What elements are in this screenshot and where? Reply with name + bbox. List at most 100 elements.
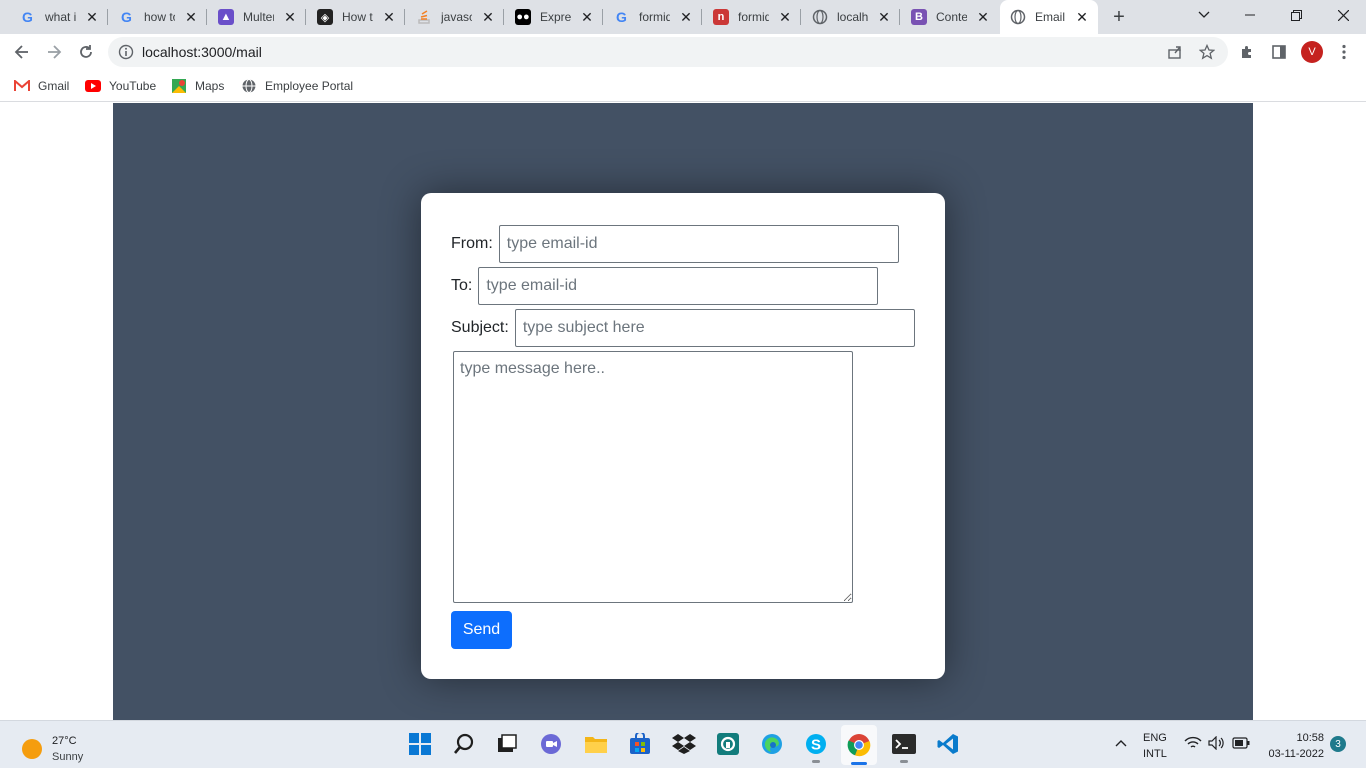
close-tab-icon[interactable]: ✕ <box>678 9 694 25</box>
reload-button[interactable] <box>72 38 100 66</box>
address-bar[interactable]: localhost:3000/mail <box>108 37 1228 67</box>
close-tab-icon[interactable]: ✕ <box>1074 9 1090 25</box>
codepen-icon: ◈ <box>317 9 333 25</box>
tab-separator <box>503 9 504 25</box>
tab-separator <box>107 9 108 25</box>
tab-separator <box>701 9 702 25</box>
keyboard-layout: INTL <box>1143 748 1167 760</box>
tab-title: javascr <box>441 10 472 24</box>
bookmark-star-icon[interactable] <box>1198 43 1216 61</box>
close-tab-icon[interactable]: ✕ <box>876 9 892 25</box>
tab-content[interactable]: B Conten ✕ <box>901 0 999 34</box>
from-label: From: <box>451 235 493 252</box>
tab-separator <box>305 9 306 25</box>
bookmark-label: YouTube <box>109 79 157 93</box>
tab-title: how to <box>144 10 175 24</box>
browser-toolbar: localhost:3000/mail V <box>0 34 1366 70</box>
tab-formidable-npm[interactable]: n formid ✕ <box>703 0 801 34</box>
share-icon[interactable] <box>1166 43 1184 61</box>
back-button[interactable] <box>8 38 36 66</box>
menu-kebab-icon[interactable] <box>1333 41 1355 63</box>
gmail-icon <box>14 78 30 94</box>
vscode-icon[interactable] <box>935 731 961 757</box>
close-tab-icon[interactable]: ✕ <box>579 9 595 25</box>
page-viewport: From: To: Subject: Send <box>0 103 1366 720</box>
dropbox-icon[interactable] <box>671 731 697 757</box>
tab-separator <box>206 9 207 25</box>
send-button[interactable]: Send <box>451 611 512 649</box>
side-panel-icon[interactable] <box>1268 41 1290 63</box>
weather-temp: 27°C <box>52 735 77 747</box>
tab-separator <box>899 9 900 25</box>
globe-icon <box>241 78 257 94</box>
edge-browser-icon[interactable] <box>759 731 785 757</box>
skype-icon[interactable]: S <box>803 731 829 763</box>
tab-formidable[interactable]: G formid ✕ <box>604 0 702 34</box>
search-icon[interactable] <box>451 731 477 757</box>
close-tab-icon[interactable]: ✕ <box>381 9 397 25</box>
tab-how-to-2[interactable]: ◈ How to ✕ <box>307 0 405 34</box>
bookmark-youtube[interactable]: YouTube <box>85 77 156 95</box>
message-textarea[interactable] <box>453 351 853 603</box>
wifi-icon[interactable] <box>1183 731 1203 755</box>
minimize-button[interactable] <box>1227 0 1273 30</box>
tab-multer[interactable]: ▲ Multer ✕ <box>208 0 306 34</box>
close-tab-icon[interactable]: ✕ <box>480 9 496 25</box>
restore-button[interactable] <box>1273 0 1319 30</box>
from-row: From: <box>451 225 899 263</box>
to-email-input[interactable] <box>478 267 879 305</box>
windows-start-icon[interactable] <box>407 731 433 757</box>
profile-avatar[interactable]: V <box>1301 41 1323 63</box>
tab-search-icon[interactable] <box>1181 0 1227 30</box>
chrome-icon[interactable] <box>841 725 877 765</box>
volume-icon[interactable] <box>1207 731 1227 755</box>
subject-input[interactable] <box>514 309 915 347</box>
google-icon: G <box>614 9 630 25</box>
battery-icon[interactable] <box>1231 731 1251 755</box>
maps-icon <box>171 78 187 94</box>
bookmark-label: Employee Portal <box>265 79 354 93</box>
forward-button[interactable] <box>40 38 68 66</box>
site-info-icon[interactable] <box>118 44 134 60</box>
new-tab-button[interactable]: + <box>1107 5 1131 29</box>
language-indicator[interactable]: ENG INTL <box>1143 730 1167 762</box>
terminal-icon[interactable] <box>891 731 917 763</box>
bookmark-gmail[interactable]: Gmail <box>14 77 69 95</box>
multer-icon: ▲ <box>218 9 234 25</box>
show-hidden-icons-chevron[interactable] <box>1112 731 1130 755</box>
microsoft-store-icon[interactable] <box>627 731 653 757</box>
tab-title: Expres <box>540 10 571 24</box>
tab-javascript[interactable]: javascr ✕ <box>406 0 504 34</box>
chat-icon[interactable] <box>538 731 564 757</box>
notification-badge[interactable]: 3 <box>1330 736 1346 752</box>
tab-express[interactable]: ●● Expres ✕ <box>505 0 603 34</box>
weather-condition: Sunny <box>52 751 84 763</box>
close-tab-icon[interactable]: ✕ <box>282 9 298 25</box>
bookmarks-bar: Gmail YouTube Maps Employee Portal <box>0 70 1366 102</box>
tab-separator <box>404 9 405 25</box>
bookmark-employee-portal[interactable]: Employee Portal <box>241 77 353 95</box>
tab-localhost[interactable]: localho ✕ <box>802 0 900 34</box>
tab-what-is[interactable]: G what is ✕ <box>10 0 108 34</box>
close-window-button[interactable] <box>1320 0 1366 30</box>
weather-widget[interactable]: 27°C Sunny <box>22 733 83 765</box>
task-view-icon[interactable] <box>494 731 520 757</box>
system-clock[interactable]: 10:58 03-11-2022 <box>1262 730 1324 762</box>
bookmark-maps[interactable]: Maps <box>171 77 224 95</box>
close-tab-icon[interactable]: ✕ <box>183 9 199 25</box>
tab-email-active[interactable]: Email ✕ <box>1000 0 1098 34</box>
tab-how-to[interactable]: G how to ✕ <box>109 0 207 34</box>
app-icon-teal[interactable] <box>715 731 741 757</box>
stackoverflow-icon <box>416 9 432 25</box>
close-tab-icon[interactable]: ✕ <box>777 9 793 25</box>
close-tab-icon[interactable]: ✕ <box>84 9 100 25</box>
tab-strip: G what is ✕ G how to ✕ ▲ Multer ✕ ◈ How … <box>0 0 1366 34</box>
extensions-icon[interactable] <box>1236 41 1258 63</box>
bootstrap-icon: B <box>911 9 927 25</box>
from-email-input[interactable] <box>498 225 899 263</box>
file-explorer-icon[interactable] <box>583 731 609 757</box>
close-tab-icon[interactable]: ✕ <box>975 9 991 25</box>
tab-title: what is <box>45 10 76 24</box>
tab-separator <box>800 9 801 25</box>
clock-date: 03-11-2022 <box>1268 748 1324 760</box>
